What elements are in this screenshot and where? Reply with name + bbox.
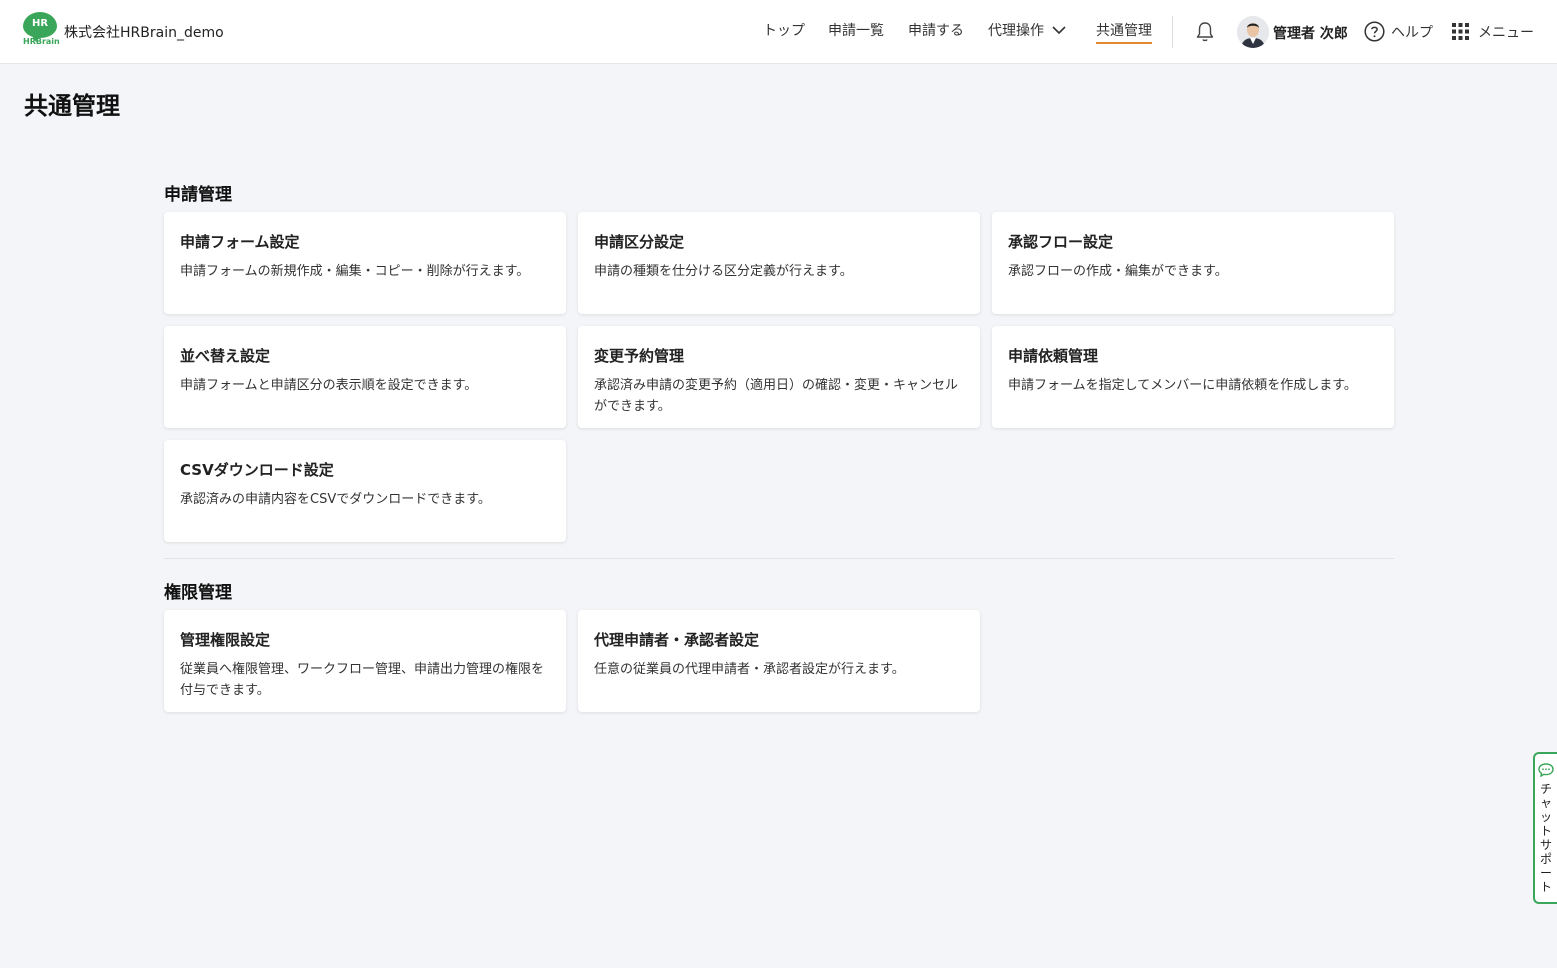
company-name: 株式会社HRBrain_demo: [64, 25, 224, 41]
section-title-application-management: 申請管理: [164, 185, 232, 205]
nav-proxy-label: 代理操作: [988, 23, 1044, 39]
user-avatar[interactable]: [1237, 16, 1269, 48]
card-application-form-settings[interactable]: 申請フォーム設定 申請フォームの新規作成・編集・コピー・削除が行えます。: [164, 212, 566, 314]
nav-common-management[interactable]: 共通管理: [1096, 20, 1152, 44]
card-title: 申請区分設定: [594, 233, 685, 251]
chat-support-label: チャットサポート: [1539, 782, 1552, 894]
menu-link[interactable]: メニュー: [1478, 22, 1534, 42]
card-application-request-management[interactable]: 申請依頼管理 申請フォームを指定してメンバーに申請依頼を作成します。: [992, 326, 1394, 428]
nav-proxy-operation[interactable]: 代理操作: [988, 20, 1066, 40]
card-description: 承認済みの申請内容をCSVでダウンロードできます。: [180, 492, 491, 507]
chat-support-tab[interactable]: チャットサポート: [1533, 752, 1557, 904]
nav-top[interactable]: トップ: [763, 20, 805, 40]
card-title: CSVダウンロード設定: [180, 461, 334, 479]
card-description: 申請フォームと申請区分の表示順を設定できます。: [180, 378, 478, 393]
card-description: 申請フォームを指定してメンバーに申請依頼を作成します。: [1008, 378, 1357, 393]
bell-icon[interactable]: [1195, 21, 1215, 47]
card-sort-settings[interactable]: 並べ替え設定 申請フォームと申請区分の表示順を設定できます。: [164, 326, 566, 428]
card-change-reservation-management[interactable]: 変更予約管理 承認済み申請の変更予約（適用日）の確認・変更・キャンセルができます…: [578, 326, 980, 428]
card-description: 任意の従業員の代理申請者・承認者設定が行えます。: [594, 662, 905, 677]
card-title: 申請依頼管理: [1008, 347, 1099, 365]
card-title: 変更予約管理: [594, 347, 685, 365]
section-divider: [164, 558, 1394, 559]
card-title: 並べ替え設定: [180, 347, 271, 365]
user-name[interactable]: 管理者 次郎: [1273, 23, 1348, 43]
card-title: 管理権限設定: [180, 631, 271, 649]
card-proxy-applicant-approver-settings[interactable]: 代理申請者・承認者設定 任意の従業員の代理申請者・承認者設定が行えます。: [578, 610, 980, 712]
help-link[interactable]: ヘルプ: [1391, 22, 1433, 42]
card-application-category-settings[interactable]: 申請区分設定 申請の種類を仕分ける区分定義が行えます。: [578, 212, 980, 314]
section-title-permission-management: 権限管理: [164, 583, 232, 603]
card-description: 承認済み申請の変更予約（適用日）の確認・変更・キャンセルができます。: [594, 378, 959, 414]
logo-wordmark: HRBrain: [23, 37, 60, 46]
chat-bubble-icon: [1538, 762, 1554, 781]
card-title: 申請フォーム設定: [180, 233, 300, 251]
chevron-down-icon: [1052, 23, 1066, 39]
nav-apply[interactable]: 申請する: [908, 20, 964, 40]
card-approval-flow-settings[interactable]: 承認フロー設定 承認フローの作成・編集ができます。: [992, 212, 1394, 314]
logo-bubble: HR: [23, 12, 57, 42]
card-title: 承認フロー設定: [1008, 233, 1114, 251]
top-header: HR HRBrain 株式会社HRBrain_demo トップ 申請一覧 申請す…: [0, 0, 1557, 64]
card-description: 従業員へ権限管理、ワークフロー管理、申請出力管理の権限を付与できます。: [180, 662, 545, 698]
card-description: 申請の種類を仕分ける区分定義が行えます。: [594, 264, 853, 279]
card-csv-download-settings[interactable]: CSVダウンロード設定 承認済みの申請内容をCSVでダウンロードできます。: [164, 440, 566, 542]
help-icon[interactable]: [1364, 21, 1385, 46]
page-title: 共通管理: [24, 92, 120, 120]
header-divider: [1172, 16, 1173, 48]
card-title: 代理申請者・承認者設定: [594, 631, 760, 649]
hrbrain-logo[interactable]: HR HRBrain: [23, 12, 60, 46]
card-description: 承認フローの作成・編集ができます。: [1008, 264, 1228, 279]
nav-application-list[interactable]: 申請一覧: [828, 20, 884, 40]
app-grid-icon[interactable]: [1452, 23, 1469, 44]
card-description: 申請フォームの新規作成・編集・コピー・削除が行えます。: [180, 264, 530, 279]
card-admin-permission-settings[interactable]: 管理権限設定 従業員へ権限管理、ワークフロー管理、申請出力管理の権限を付与できま…: [164, 610, 566, 712]
